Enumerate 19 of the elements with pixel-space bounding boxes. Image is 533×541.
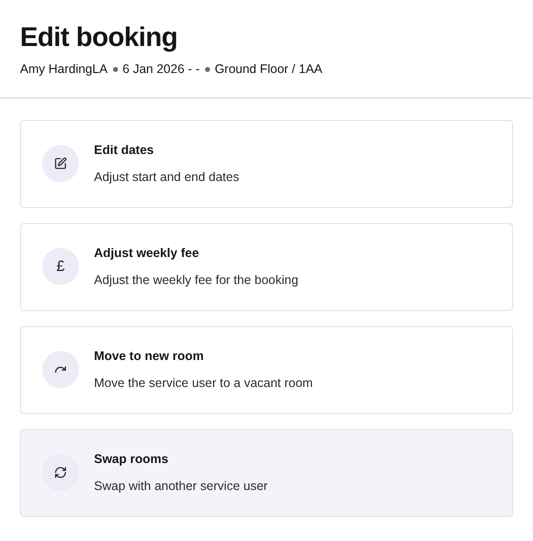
option-card[interactable]: Move to new room Move the service user to a vacant room bbox=[20, 326, 513, 414]
option-card[interactable]: Swap rooms Swap with another service user bbox=[20, 428, 513, 517]
option-description: Move the service user to a vacant room bbox=[94, 374, 313, 392]
option-card[interactable]: £ Adjust weekly fee Adjust the weekly fee for the booking bbox=[20, 222, 513, 311]
option-title: Edit dates bbox=[94, 142, 155, 159]
option-title: Swap rooms bbox=[94, 451, 170, 468]
page-title: Edit booking bbox=[20, 21, 178, 54]
option-description: Adjust the weekly fee for the booking bbox=[94, 272, 298, 289]
option-card[interactable]: Edit dates Adjust start and end dates bbox=[20, 120, 513, 208]
pound-icon: £ bbox=[56, 259, 65, 274]
booking-detail: 6 Jan 2026 - - bbox=[122, 61, 200, 78]
option-title: Move to new room bbox=[94, 348, 205, 365]
booking-detail: Ground Floor / 1AA bbox=[214, 61, 322, 78]
option-description: Swap with another service user bbox=[94, 478, 268, 495]
option-description: Adjust start and end dates bbox=[94, 168, 240, 186]
option-title: Adjust weekly fee bbox=[94, 245, 200, 262]
booking-detail: Amy HardingLA bbox=[20, 61, 108, 78]
edit-icon bbox=[54, 157, 67, 170]
refresh-icon bbox=[54, 466, 67, 480]
